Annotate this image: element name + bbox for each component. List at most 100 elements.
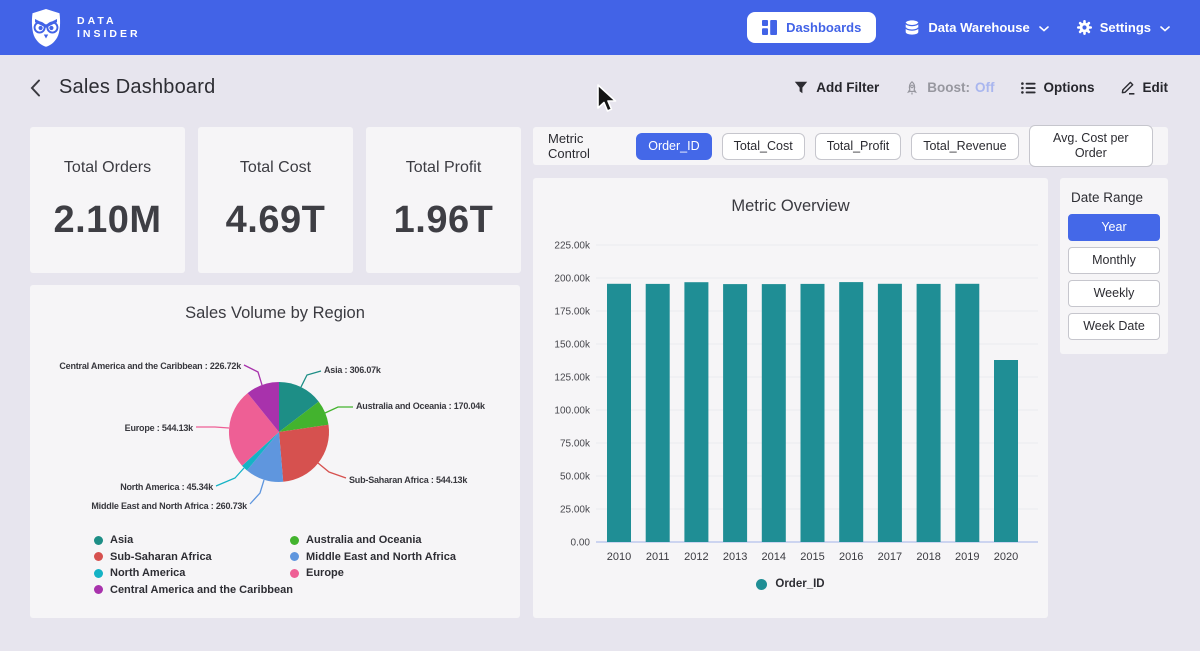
edit-button[interactable]: Edit (1121, 80, 1169, 95)
y-axis-tick: 175.00k (554, 307, 591, 318)
y-axis-tick: 225.00k (554, 241, 591, 252)
legend-dot-icon (94, 536, 103, 545)
metric-button-avg-cost-per-order[interactable]: Avg. Cost per Order (1029, 125, 1153, 167)
date-range-year-button[interactable]: Year (1068, 214, 1160, 241)
y-axis-tick: 100.00k (554, 406, 591, 417)
pie-legend-label: North America (110, 567, 185, 579)
legend-dot-icon (290, 536, 299, 545)
header-actions: Add Filter Boost: Off (794, 80, 1168, 95)
date-range-weekly-button[interactable]: Weekly (1068, 280, 1160, 307)
gear-icon (1077, 20, 1092, 35)
pie-label: Asia : 306.07k (324, 365, 382, 375)
brand-line1: DATA (77, 16, 141, 27)
x-axis-label: 2013 (723, 551, 747, 563)
bar-2014[interactable] (762, 284, 786, 542)
bar-2020[interactable] (994, 360, 1018, 542)
pie-label-line (318, 463, 346, 478)
chevron-left-icon (30, 79, 41, 97)
bar-legend-label: Order_ID (775, 578, 824, 590)
bar-2013[interactable] (723, 284, 747, 542)
metric-button-total-cost[interactable]: Total_Cost (722, 133, 805, 160)
y-axis-tick: 150.00k (554, 340, 591, 351)
x-axis-label: 2011 (646, 551, 670, 563)
pie-label-line (216, 468, 244, 486)
kpi-value: 2.10M (53, 199, 161, 242)
date-range-label: Date Range (1071, 190, 1160, 205)
bar-2017[interactable] (878, 284, 902, 542)
x-axis-label: 2012 (684, 551, 708, 563)
pie-label-line (250, 480, 264, 504)
pie-legend-column: Asia Sub-Saharan Africa North America Centr… (94, 532, 290, 598)
bar-2018[interactable] (917, 284, 941, 542)
pie-label: North America : 45.34k (120, 482, 214, 492)
options-button[interactable]: Options (1021, 80, 1095, 95)
metric-control-label: Metric Control (548, 131, 621, 161)
y-axis-tick: 200.00k (554, 274, 591, 285)
pie-label: Australia and Oceania : 170.04k (356, 401, 486, 411)
top-navbar: DATA INSIDER Dashboards (0, 0, 1200, 55)
x-axis-label: 2019 (955, 551, 979, 563)
pie-legend-label: Sub-Saharan Africa (110, 551, 212, 563)
date-range-panel: Date Range Year Monthly Weekly Week Date (1060, 178, 1168, 354)
bar-2015[interactable] (801, 284, 825, 542)
bar-2016[interactable] (839, 282, 863, 542)
metric-control-bar: Metric Control Order_ID Total_Cost Total… (533, 127, 1168, 165)
pie-chart-legend: Asia Sub-Saharan Africa North America Centr… (94, 532, 456, 598)
kpi-value: 4.69T (226, 199, 326, 242)
brand-line2: INSIDER (77, 29, 141, 40)
legend-dot-icon (290, 552, 299, 561)
bar-2010[interactable] (607, 284, 631, 542)
kpi-label: Total Orders (64, 159, 151, 177)
metric-button-total-revenue[interactable]: Total_Revenue (911, 133, 1018, 160)
pie-legend-item[interactable]: Central America and the Caribbean (94, 582, 290, 599)
pie-legend-item[interactable]: Sub-Saharan Africa (94, 549, 290, 566)
kpi-value: 1.96T (394, 199, 494, 242)
kpi-card-total-profit: Total Profit 1.96T (366, 127, 521, 273)
metric-button-order-id[interactable]: Order_ID (636, 133, 711, 160)
bar-2019[interactable] (955, 284, 979, 542)
data-warehouse-menu[interactable]: Data Warehouse (904, 19, 1048, 36)
pie-legend-item[interactable]: Asia (94, 532, 290, 549)
top-nav-menu: Dashboards Data Warehouse (747, 12, 1170, 43)
pie-legend-label: Asia (110, 534, 133, 546)
add-filter-button[interactable]: Add Filter (794, 80, 879, 95)
legend-dot-icon (756, 579, 767, 590)
legend-dot-icon (94, 585, 103, 594)
kpi-label: Total Profit (406, 159, 482, 177)
x-axis-label: 2018 (916, 551, 940, 563)
pie-label-line (244, 365, 262, 385)
pie-legend-item[interactable]: North America (94, 565, 290, 582)
back-button[interactable] (28, 77, 43, 99)
bar-2012[interactable] (684, 282, 708, 542)
y-axis-tick: 25.00k (560, 505, 591, 516)
edit-label: Edit (1143, 80, 1169, 95)
bar-2011[interactable] (646, 284, 670, 542)
pie-chart-title: Sales Volume by Region (30, 285, 520, 323)
boost-label: Boost: (927, 80, 970, 95)
pie-legend-item[interactable]: Middle East and North Africa (290, 549, 456, 566)
pie-legend-label: Australia and Oceania (306, 534, 422, 546)
pie-slice-sub-saharan-africa[interactable] (279, 425, 329, 482)
boost-toggle[interactable]: Boost: Off (905, 80, 994, 95)
x-axis-label: 2020 (994, 551, 1018, 563)
pie-chart: Asia : 306.07k Australia and Oceania : 17… (30, 327, 520, 527)
bar-chart-legend[interactable]: Order_ID (533, 578, 1048, 590)
x-axis-label: 2015 (800, 551, 824, 563)
chevron-down-icon (1160, 26, 1170, 32)
pie-label: Europe : 544.13k (125, 423, 195, 433)
date-range-week-date-button[interactable]: Week Date (1068, 313, 1160, 340)
page-header: Sales Dashboard Add Filter Boost: Off (0, 55, 1200, 120)
pie-label: Central America and the Caribbean : 226.… (59, 361, 242, 371)
settings-label: Settings (1100, 20, 1151, 35)
pie-label-line (325, 407, 353, 413)
pie-legend-item[interactable]: Europe (290, 565, 456, 582)
x-axis-label: 2014 (762, 551, 786, 563)
y-axis-tick: 75.00k (560, 439, 591, 450)
kpi-card-total-orders: Total Orders 2.10M (30, 127, 185, 273)
settings-menu[interactable]: Settings (1077, 20, 1170, 35)
date-range-monthly-button[interactable]: Monthly (1068, 247, 1160, 274)
dashboards-button[interactable]: Dashboards (747, 12, 876, 43)
metric-button-total-profit[interactable]: Total_Profit (815, 133, 902, 160)
dashboards-grid-icon (762, 20, 777, 35)
pie-legend-item[interactable]: Australia and Oceania (290, 532, 456, 549)
